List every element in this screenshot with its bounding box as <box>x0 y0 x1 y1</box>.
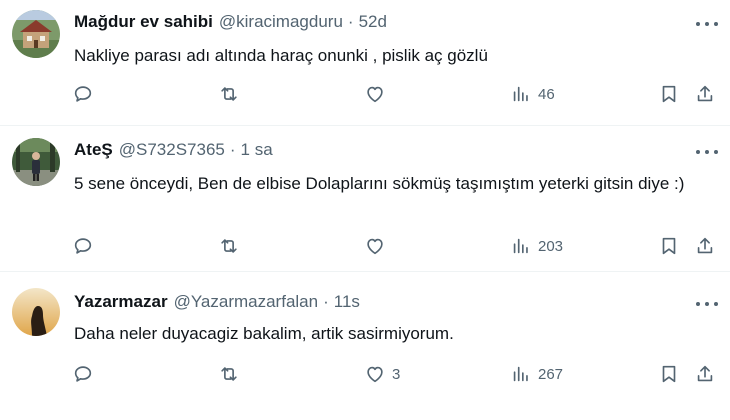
analytics-icon <box>513 366 528 382</box>
silhouette-avatar-image <box>12 288 60 336</box>
heart-icon <box>367 238 383 255</box>
tweet-header: AteŞ @S732S7365 · 1 sa <box>74 140 273 160</box>
avatar[interactable] <box>12 138 60 186</box>
share-icon <box>697 85 713 102</box>
bookmark-button[interactable] <box>658 82 680 106</box>
heart-icon <box>367 86 383 103</box>
views-button[interactable]: 267 <box>510 362 563 386</box>
tweet-text: Daha neler duyacagiz bakalim, artik sasi… <box>74 324 454 343</box>
views-button[interactable]: 46 <box>510 82 555 106</box>
reply-button[interactable] <box>72 362 94 386</box>
view-count: 46 <box>538 85 555 103</box>
bookmark-icon <box>662 365 676 383</box>
avatar[interactable] <box>12 288 60 336</box>
view-count: 267 <box>538 365 564 383</box>
house-avatar-image <box>12 10 60 58</box>
bookmark-icon <box>662 237 676 255</box>
tweet-text: 5 sene önceydi, Ben de elbise Dolapların… <box>74 174 685 193</box>
bookmark-icon <box>662 85 676 103</box>
username-handle[interactable]: @S732S7365 <box>119 140 225 160</box>
timestamp[interactable]: 1 sa <box>241 140 273 160</box>
share-button[interactable] <box>694 234 716 258</box>
tweet-text: Nakliye parası adı altında haraç onunki … <box>74 46 488 65</box>
action-bar: 203 <box>72 234 720 258</box>
retweet-icon <box>221 239 237 253</box>
reply-icon <box>74 366 92 382</box>
action-bar: 46 <box>72 82 720 106</box>
retweet-button[interactable] <box>218 82 240 106</box>
views-button[interactable]: 203 <box>510 234 563 258</box>
retweet-icon <box>221 367 237 381</box>
reply-button[interactable] <box>72 234 94 258</box>
avatar[interactable] <box>12 10 60 58</box>
share-icon <box>697 237 713 254</box>
retweet-button[interactable] <box>218 234 240 258</box>
like-button[interactable] <box>364 234 392 258</box>
person-avatar-image <box>12 138 60 186</box>
more-options-icon[interactable] <box>696 14 718 34</box>
like-count: 3 <box>392 365 401 383</box>
tweet-header: Yazarmazar @Yazarmazarfalan · 11s <box>74 292 360 312</box>
tweet[interactable]: Mağdur ev sahibi @kiracimagduru · 52d Na… <box>0 0 730 126</box>
separator-dot: · <box>229 140 236 159</box>
reply-icon <box>74 86 92 102</box>
display-name[interactable]: AteŞ <box>74 140 113 160</box>
action-bar: 3 267 <box>72 362 720 386</box>
retweet-button[interactable] <box>218 362 240 386</box>
username-handle[interactable]: @Yazarmazarfalan <box>174 292 319 312</box>
share-button[interactable] <box>694 362 716 386</box>
bookmark-button[interactable] <box>658 234 680 258</box>
retweet-icon <box>221 87 237 101</box>
share-button[interactable] <box>694 82 716 106</box>
timestamp[interactable]: 11s <box>334 292 360 312</box>
separator-dot: · <box>323 292 329 311</box>
share-icon <box>697 365 713 382</box>
username-handle[interactable]: @kiracimagduru <box>219 12 343 32</box>
tweet[interactable]: AteŞ @S732S7365 · 1 sa 5 sene önceydi, B… <box>0 126 730 272</box>
heart-icon <box>367 366 383 383</box>
like-button[interactable] <box>364 82 392 106</box>
view-count: 203 <box>538 237 564 255</box>
tweet[interactable]: Yazarmazar @Yazarmazarfalan · 11s Daha n… <box>0 272 730 420</box>
more-options-icon[interactable] <box>696 294 718 314</box>
more-options-icon[interactable] <box>696 142 718 162</box>
tweet-header: Mağdur ev sahibi @kiracimagduru · 52d <box>74 12 387 32</box>
reply-icon <box>74 238 92 254</box>
analytics-icon <box>513 238 528 254</box>
timestamp[interactable]: 52d <box>359 12 387 32</box>
analytics-icon <box>513 86 528 102</box>
like-button[interactable]: 3 <box>364 362 400 386</box>
bookmark-button[interactable] <box>658 362 680 386</box>
reply-button[interactable] <box>72 82 94 106</box>
display-name[interactable]: Mağdur ev sahibi <box>74 12 213 32</box>
display-name[interactable]: Yazarmazar <box>74 292 168 312</box>
separator-dot: · <box>347 12 354 31</box>
